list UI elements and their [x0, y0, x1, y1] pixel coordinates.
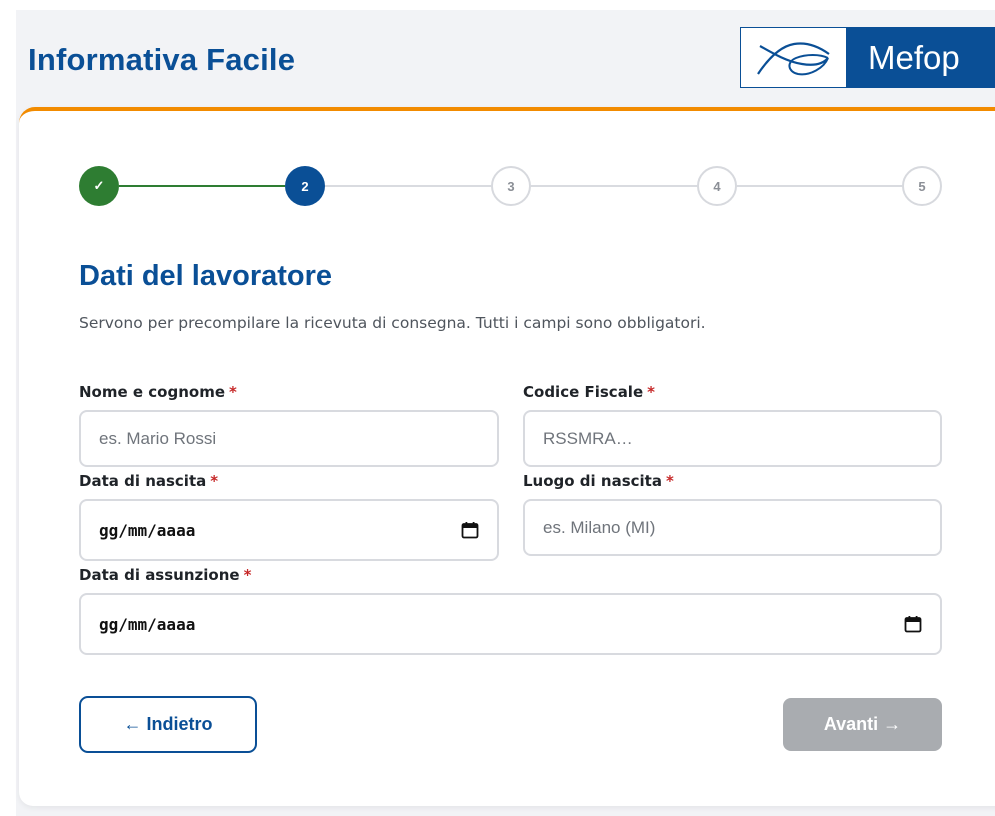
step-5: 5 — [902, 166, 942, 206]
step-1-complete: ✓ — [79, 166, 119, 206]
calendar-icon[interactable] — [461, 521, 479, 539]
step-connector-4 — [737, 185, 902, 187]
section-description: Servono per precompilare la ricevuta di … — [79, 314, 706, 332]
step-connector-2 — [325, 185, 491, 187]
birth-place-label: Luogo di nascita * — [523, 472, 674, 490]
step-3: 3 — [491, 166, 531, 206]
step-connector-3 — [531, 185, 697, 187]
required-marker: * — [647, 383, 655, 401]
back-button[interactable]: ← Indietro — [79, 696, 257, 753]
fiscal-code-placeholder: RSSMRA… — [543, 428, 633, 448]
hire-date-value: gg/mm/aaaa — [99, 614, 196, 634]
birth-place-input[interactable]: es. Milano (MI) — [523, 499, 942, 556]
birth-date-input[interactable]: gg/mm/aaaa — [79, 499, 499, 561]
required-marker: * — [229, 383, 237, 401]
hire-date-input[interactable]: gg/mm/aaaa — [79, 593, 942, 655]
birth-date-label-text: Data di nascita — [79, 472, 207, 490]
app-title: Informativa Facile — [28, 42, 296, 77]
birth-date-label: Data di nascita * — [79, 472, 218, 490]
calendar-icon[interactable] — [904, 615, 922, 633]
required-marker: * — [243, 566, 252, 584]
birth-date-value: gg/mm/aaaa — [99, 520, 196, 540]
logo-mark-icon — [741, 28, 846, 87]
mefop-logo: Mefop — [740, 27, 995, 88]
step-4: 4 — [697, 166, 737, 206]
required-marker: * — [665, 472, 674, 490]
name-label: Nome e cognome * — [79, 383, 237, 401]
hire-date-label-text: Data di assunzione — [79, 566, 240, 584]
required-marker: * — [210, 472, 219, 490]
fiscal-code-label: Codice Fiscale * — [523, 383, 655, 401]
fiscal-code-input[interactable]: RSSMRA… — [523, 410, 942, 467]
name-placeholder: es. Mario Rossi — [99, 428, 217, 448]
hire-date-label: Data di assunzione * — [79, 566, 251, 584]
logo-wordmark: Mefop — [846, 28, 994, 87]
fiscal-code-label-text: Codice Fiscale — [523, 383, 644, 401]
progress-stepper: ✓ 2 3 4 5 — [79, 166, 942, 206]
step-2-current: 2 — [285, 166, 325, 206]
name-label-text: Nome e cognome — [79, 383, 226, 401]
birth-place-placeholder: es. Milano (MI) — [543, 517, 656, 537]
next-button[interactable]: Avanti → — [783, 698, 942, 751]
name-input[interactable]: es. Mario Rossi — [79, 410, 499, 467]
step-connector-1 — [119, 185, 285, 187]
birth-place-label-text: Luogo di nascita — [523, 472, 662, 490]
section-title: Dati del lavoratore — [79, 260, 333, 292]
